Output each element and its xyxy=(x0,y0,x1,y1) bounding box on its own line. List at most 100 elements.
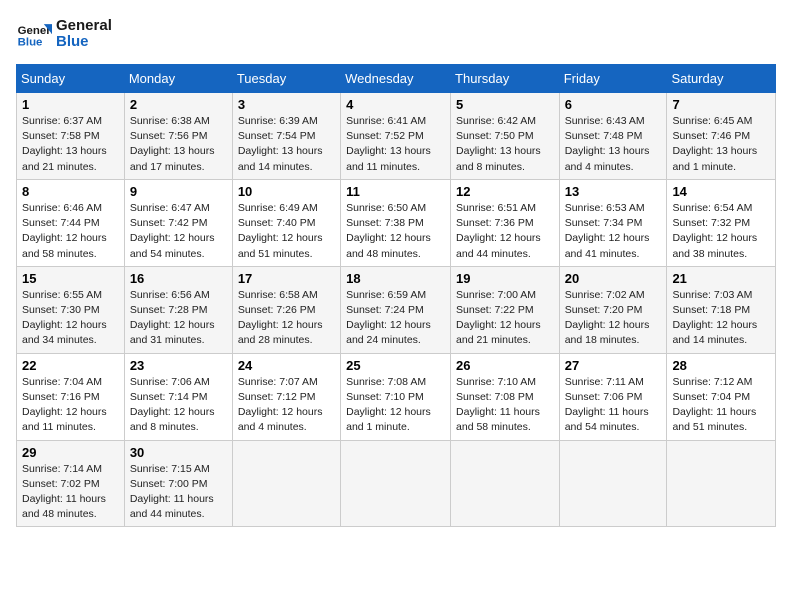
table-row: 6 Sunrise: 6:43 AMSunset: 7:48 PMDayligh… xyxy=(559,93,667,180)
day-number: 8 xyxy=(22,184,119,199)
day-info: Sunrise: 6:43 AMSunset: 7:48 PMDaylight:… xyxy=(565,115,650,173)
table-row: 1 Sunrise: 6:37 AMSunset: 7:58 PMDayligh… xyxy=(17,93,125,180)
day-info: Sunrise: 7:08 AMSunset: 7:10 PMDaylight:… xyxy=(346,376,431,434)
day-info: Sunrise: 6:42 AMSunset: 7:50 PMDaylight:… xyxy=(456,115,541,173)
logo-blue: Blue xyxy=(56,33,89,50)
day-number: 4 xyxy=(346,97,445,112)
table-row: 19 Sunrise: 7:00 AMSunset: 7:22 PMDaylig… xyxy=(451,266,560,353)
day-info: Sunrise: 6:58 AMSunset: 7:26 PMDaylight:… xyxy=(238,289,323,347)
day-number: 6 xyxy=(565,97,662,112)
table-row: 10 Sunrise: 6:49 AMSunset: 7:40 PMDaylig… xyxy=(232,179,340,266)
day-info: Sunrise: 6:51 AMSunset: 7:36 PMDaylight:… xyxy=(456,202,541,260)
table-row: 15 Sunrise: 6:55 AMSunset: 7:30 PMDaylig… xyxy=(17,266,125,353)
day-info: Sunrise: 6:50 AMSunset: 7:38 PMDaylight:… xyxy=(346,202,431,260)
table-row: 22 Sunrise: 7:04 AMSunset: 7:16 PMDaylig… xyxy=(17,353,125,440)
day-number: 14 xyxy=(672,184,770,199)
table-row: 26 Sunrise: 7:10 AMSunset: 7:08 PMDaylig… xyxy=(451,353,560,440)
day-info: Sunrise: 6:39 AMSunset: 7:54 PMDaylight:… xyxy=(238,115,323,173)
table-row: 30 Sunrise: 7:15 AMSunset: 7:00 PMDaylig… xyxy=(124,440,232,527)
table-row: 2 Sunrise: 6:38 AMSunset: 7:56 PMDayligh… xyxy=(124,93,232,180)
day-number: 1 xyxy=(22,97,119,112)
calendar-table: SundayMondayTuesdayWednesdayThursdayFrid… xyxy=(16,64,776,527)
day-info: Sunrise: 6:53 AMSunset: 7:34 PMDaylight:… xyxy=(565,202,650,260)
day-info: Sunrise: 7:14 AMSunset: 7:02 PMDaylight:… xyxy=(22,463,106,521)
table-row: 9 Sunrise: 6:47 AMSunset: 7:42 PMDayligh… xyxy=(124,179,232,266)
day-info: Sunrise: 7:00 AMSunset: 7:22 PMDaylight:… xyxy=(456,289,541,347)
day-info: Sunrise: 7:10 AMSunset: 7:08 PMDaylight:… xyxy=(456,376,540,434)
table-row: 13 Sunrise: 6:53 AMSunset: 7:34 PMDaylig… xyxy=(559,179,667,266)
logo-icon: General Blue xyxy=(16,16,52,52)
col-header-sunday: Sunday xyxy=(17,65,125,93)
table-row xyxy=(559,440,667,527)
day-info: Sunrise: 6:59 AMSunset: 7:24 PMDaylight:… xyxy=(346,289,431,347)
logo: General Blue General Blue xyxy=(16,16,112,52)
table-row: 21 Sunrise: 7:03 AMSunset: 7:18 PMDaylig… xyxy=(667,266,776,353)
day-number: 29 xyxy=(22,445,119,460)
day-info: Sunrise: 7:11 AMSunset: 7:06 PMDaylight:… xyxy=(565,376,649,434)
col-header-tuesday: Tuesday xyxy=(232,65,340,93)
day-number: 24 xyxy=(238,358,335,373)
table-row: 5 Sunrise: 6:42 AMSunset: 7:50 PMDayligh… xyxy=(451,93,560,180)
day-number: 5 xyxy=(456,97,554,112)
table-row xyxy=(232,440,340,527)
day-info: Sunrise: 6:38 AMSunset: 7:56 PMDaylight:… xyxy=(130,115,215,173)
day-number: 21 xyxy=(672,271,770,286)
day-number: 30 xyxy=(130,445,227,460)
table-row: 14 Sunrise: 6:54 AMSunset: 7:32 PMDaylig… xyxy=(667,179,776,266)
day-number: 9 xyxy=(130,184,227,199)
day-info: Sunrise: 7:12 AMSunset: 7:04 PMDaylight:… xyxy=(672,376,756,434)
day-number: 7 xyxy=(672,97,770,112)
table-row: 25 Sunrise: 7:08 AMSunset: 7:10 PMDaylig… xyxy=(341,353,451,440)
table-row: 18 Sunrise: 6:59 AMSunset: 7:24 PMDaylig… xyxy=(341,266,451,353)
day-number: 23 xyxy=(130,358,227,373)
col-header-wednesday: Wednesday xyxy=(341,65,451,93)
table-row: 28 Sunrise: 7:12 AMSunset: 7:04 PMDaylig… xyxy=(667,353,776,440)
table-row xyxy=(667,440,776,527)
day-info: Sunrise: 6:55 AMSunset: 7:30 PMDaylight:… xyxy=(22,289,107,347)
table-row: 7 Sunrise: 6:45 AMSunset: 7:46 PMDayligh… xyxy=(667,93,776,180)
day-info: Sunrise: 6:47 AMSunset: 7:42 PMDaylight:… xyxy=(130,202,215,260)
table-row: 23 Sunrise: 7:06 AMSunset: 7:14 PMDaylig… xyxy=(124,353,232,440)
day-number: 20 xyxy=(565,271,662,286)
day-info: Sunrise: 6:45 AMSunset: 7:46 PMDaylight:… xyxy=(672,115,757,173)
day-info: Sunrise: 7:07 AMSunset: 7:12 PMDaylight:… xyxy=(238,376,323,434)
day-info: Sunrise: 7:02 AMSunset: 7:20 PMDaylight:… xyxy=(565,289,650,347)
col-header-monday: Monday xyxy=(124,65,232,93)
table-row: 4 Sunrise: 6:41 AMSunset: 7:52 PMDayligh… xyxy=(341,93,451,180)
day-info: Sunrise: 6:56 AMSunset: 7:28 PMDaylight:… xyxy=(130,289,215,347)
day-info: Sunrise: 6:37 AMSunset: 7:58 PMDaylight:… xyxy=(22,115,107,173)
logo-general: General xyxy=(56,17,112,34)
table-row: 27 Sunrise: 7:11 AMSunset: 7:06 PMDaylig… xyxy=(559,353,667,440)
table-row xyxy=(341,440,451,527)
day-number: 16 xyxy=(130,271,227,286)
day-number: 19 xyxy=(456,271,554,286)
day-number: 18 xyxy=(346,271,445,286)
day-number: 26 xyxy=(456,358,554,373)
table-row xyxy=(451,440,560,527)
day-number: 11 xyxy=(346,184,445,199)
table-row: 29 Sunrise: 7:14 AMSunset: 7:02 PMDaylig… xyxy=(17,440,125,527)
table-row: 17 Sunrise: 6:58 AMSunset: 7:26 PMDaylig… xyxy=(232,266,340,353)
day-number: 2 xyxy=(130,97,227,112)
day-number: 22 xyxy=(22,358,119,373)
day-number: 25 xyxy=(346,358,445,373)
day-info: Sunrise: 7:04 AMSunset: 7:16 PMDaylight:… xyxy=(22,376,107,434)
day-info: Sunrise: 6:49 AMSunset: 7:40 PMDaylight:… xyxy=(238,202,323,260)
day-number: 3 xyxy=(238,97,335,112)
table-row: 20 Sunrise: 7:02 AMSunset: 7:20 PMDaylig… xyxy=(559,266,667,353)
day-number: 12 xyxy=(456,184,554,199)
col-header-saturday: Saturday xyxy=(667,65,776,93)
table-row: 11 Sunrise: 6:50 AMSunset: 7:38 PMDaylig… xyxy=(341,179,451,266)
day-info: Sunrise: 6:41 AMSunset: 7:52 PMDaylight:… xyxy=(346,115,431,173)
day-info: Sunrise: 6:46 AMSunset: 7:44 PMDaylight:… xyxy=(22,202,107,260)
day-number: 17 xyxy=(238,271,335,286)
day-number: 10 xyxy=(238,184,335,199)
day-info: Sunrise: 6:54 AMSunset: 7:32 PMDaylight:… xyxy=(672,202,757,260)
day-number: 15 xyxy=(22,271,119,286)
svg-text:Blue: Blue xyxy=(18,36,43,48)
table-row: 8 Sunrise: 6:46 AMSunset: 7:44 PMDayligh… xyxy=(17,179,125,266)
day-info: Sunrise: 7:03 AMSunset: 7:18 PMDaylight:… xyxy=(672,289,757,347)
day-number: 27 xyxy=(565,358,662,373)
table-row: 12 Sunrise: 6:51 AMSunset: 7:36 PMDaylig… xyxy=(451,179,560,266)
table-row: 16 Sunrise: 6:56 AMSunset: 7:28 PMDaylig… xyxy=(124,266,232,353)
